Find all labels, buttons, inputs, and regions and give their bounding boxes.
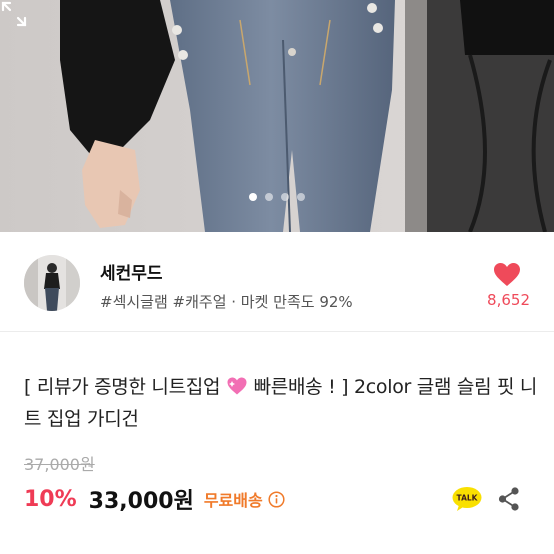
seller-name[interactable]: 세컨무드: [100, 259, 163, 284]
avatar-photo: [24, 255, 80, 311]
expand-icon[interactable]: [0, 0, 28, 28]
carousel-indicator: [0, 193, 554, 201]
product-title: [ 리뷰가 증명한 니트집업 빠른배송 ! ] 2color 글램 슬림 핏 니…: [24, 371, 539, 435]
seller-section: 세컨무드 #섹시글램 #캐주얼 · 마켓 만족도 92% 8,652: [0, 232, 554, 332]
sparkling-heart-icon: [227, 377, 247, 395]
heart-icon[interactable]: [493, 262, 521, 288]
seller-avatar[interactable]: [24, 255, 80, 311]
like-count: 8,652: [487, 291, 530, 309]
sale-price: 33,000원: [88, 489, 194, 514]
carousel-dot[interactable]: [281, 193, 289, 201]
carousel-dot[interactable]: [297, 193, 305, 201]
product-image[interactable]: [0, 0, 554, 232]
carousel-dot[interactable]: [265, 193, 273, 201]
info-icon[interactable]: [268, 490, 285, 508]
discount-rate: 10%: [24, 486, 77, 512]
free-shipping-label: 무료배송: [203, 491, 263, 510]
original-price: 37,000원: [24, 455, 95, 474]
seller-tags: #섹시글램 #캐주얼 · 마켓 만족도 92%: [100, 293, 353, 311]
talk-label: TALK: [457, 494, 479, 503]
talk-icon[interactable]: TALK: [452, 486, 482, 512]
share-icon[interactable]: [497, 486, 521, 512]
product-title-part1: [ 리뷰가 증명한 니트집업: [24, 376, 226, 398]
price-row: 10% 33,000원 무료배송: [24, 483, 285, 515]
carousel-dot[interactable]: [249, 193, 257, 201]
